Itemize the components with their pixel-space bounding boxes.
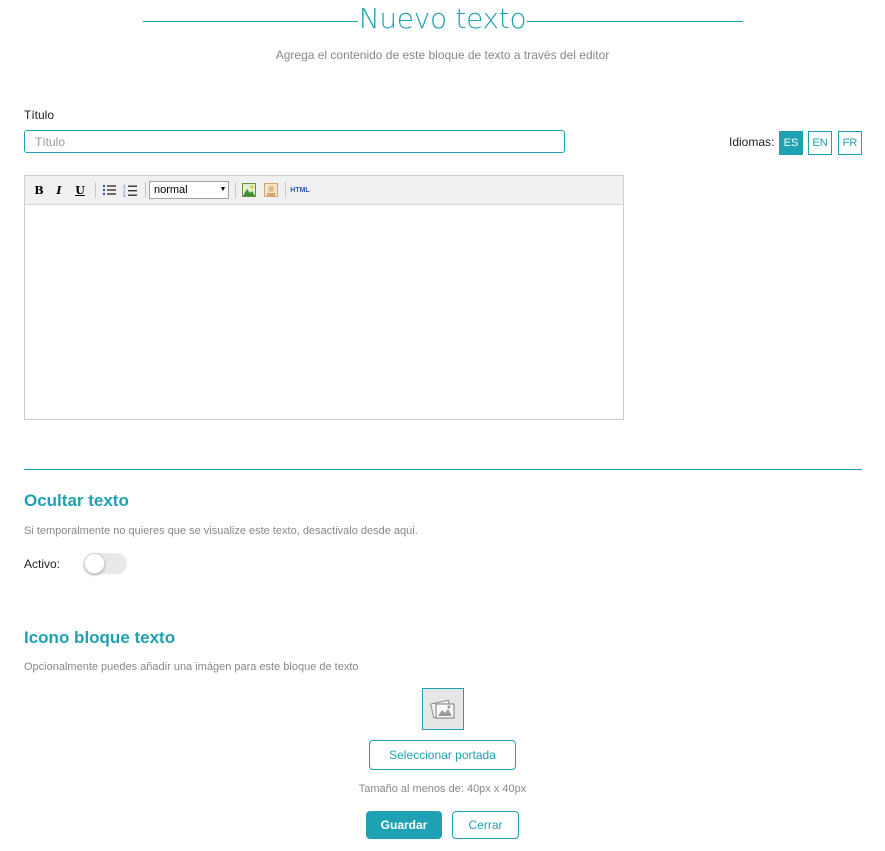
lang-button-fr[interactable]: FR (838, 131, 862, 155)
icon-section-description: Opcionalmente puedes añadir una imágen p… (24, 661, 359, 673)
toolbar-separator (145, 182, 146, 198)
format-select[interactable]: normal ▼ (149, 181, 229, 199)
lang-button-es[interactable]: ES (779, 131, 803, 155)
toggle-knob (84, 553, 105, 574)
chevron-down-icon: ▼ (219, 186, 227, 193)
html-source-icon[interactable]: HTML (289, 182, 311, 198)
active-toggle[interactable] (84, 553, 127, 574)
toolbar-separator (285, 182, 286, 198)
editor-toolbar: B I U 1 2 3 normal ▼ HTML (25, 176, 623, 205)
bold-icon[interactable]: B (32, 182, 46, 198)
bullet-list-icon[interactable] (101, 182, 117, 198)
title-label: Título (24, 108, 55, 122)
insert-media-icon[interactable] (263, 182, 279, 198)
editor-content-area[interactable] (25, 205, 623, 420)
toolbar-separator (95, 182, 96, 198)
page-subtitle: Agrega el contenido de este bloque de te… (275, 48, 610, 62)
numbered-list-icon[interactable]: 1 2 3 (122, 182, 138, 198)
svg-text:3: 3 (123, 193, 126, 197)
hide-section-description: Si temporalmente no quieres que se visua… (24, 525, 418, 537)
page-title: Nuevo texto (358, 2, 527, 35)
save-button[interactable]: Guardar (366, 811, 442, 839)
cover-thumbnail[interactable] (422, 688, 464, 730)
icon-section-title: Icono bloque texto (24, 628, 176, 647)
active-toggle-label: Activo: (24, 557, 61, 571)
section-divider (24, 469, 862, 470)
title-input[interactable] (24, 130, 565, 153)
toolbar-separator (235, 182, 236, 198)
insert-image-icon[interactable] (241, 182, 257, 198)
hide-section-title: Ocultar texto (24, 491, 129, 510)
lang-button-en[interactable]: EN (808, 131, 832, 155)
size-hint: Tamaño al menos de: 40px x 40px (358, 783, 527, 795)
underline-icon[interactable]: U (73, 182, 87, 198)
languages-label: Idiomas: (729, 135, 775, 149)
italic-icon[interactable]: I (52, 182, 66, 198)
select-cover-button[interactable]: Seleccionar portada (369, 740, 516, 770)
format-select-value: normal (154, 184, 188, 196)
close-button[interactable]: Cerrar (452, 811, 519, 839)
rich-text-editor: B I U 1 2 3 normal ▼ HTML (24, 175, 624, 420)
image-placeholder-icon (430, 699, 455, 719)
